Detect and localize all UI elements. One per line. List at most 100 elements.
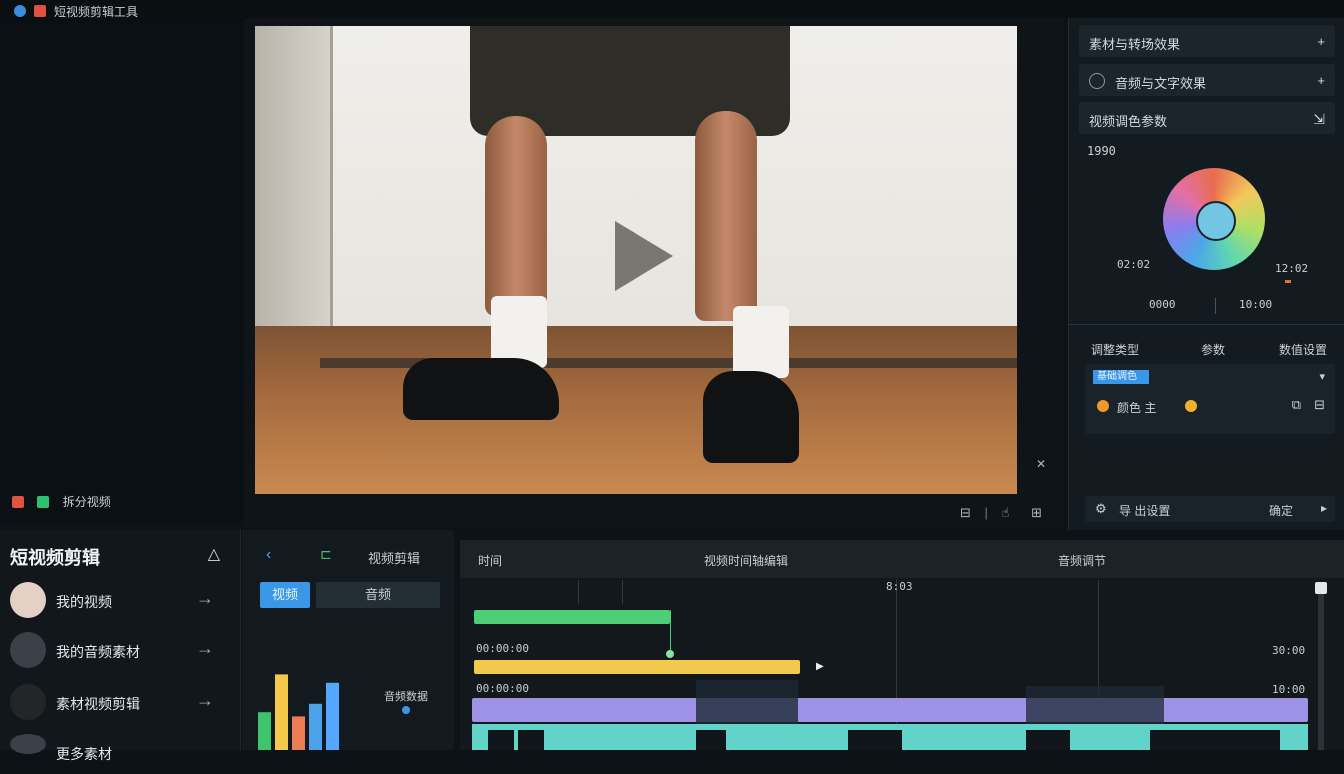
app-red-icon[interactable] [34, 5, 46, 17]
clip-block [1150, 730, 1280, 750]
column-header-param: 参数 [1201, 343, 1226, 357]
list-item[interactable]: 素材视频剪辑 → [6, 680, 232, 724]
color-right-value: 12:02 [1275, 262, 1309, 275]
viewer-info: 拆分视频 [12, 493, 111, 510]
color-left-value: 02:02 [1117, 258, 1151, 271]
arrow-right-icon[interactable]: → [196, 690, 214, 711]
audio-bar-chart [258, 674, 339, 750]
next-icon[interactable]: ▸ [1321, 501, 1327, 515]
cursor-handle[interactable] [666, 650, 674, 658]
selected-item[interactable]: 基础调色 [1093, 370, 1149, 384]
list-item[interactable]: 我的音频素材 → [6, 628, 232, 672]
inspector-row-audio-label: 音频与文字效果 [1115, 76, 1207, 91]
record-icon[interactable] [12, 495, 24, 508]
audio-bar [292, 716, 305, 750]
add-icon[interactable]: + [1317, 34, 1325, 49]
video-preview[interactable] [255, 26, 1017, 494]
audio-bar [275, 674, 288, 750]
inspector-row-audio[interactable]: 音频与文字效果 + [1079, 64, 1335, 96]
orange-dot-icon[interactable] [1097, 400, 1109, 412]
clip-block [488, 730, 514, 750]
viewer-controls: ⊟ | ☝ ⊞ [960, 505, 1042, 521]
settings-icon[interactable]: ⚙ [1095, 501, 1107, 517]
color-accent-mark [1285, 280, 1291, 283]
grid-icon[interactable]: ⊞ [1031, 505, 1042, 520]
project-item-label: 我的音频素材 [56, 644, 140, 660]
right-time-1: 30:00 [1272, 644, 1306, 657]
color-wheel-center[interactable] [1196, 201, 1236, 241]
inspector-row-assets[interactable]: 素材与转场效果 + [1079, 25, 1335, 57]
inspector-row-color[interactable]: 视频调色参数 ⇲ [1079, 102, 1335, 134]
timeline-header-right: 音频调节 [1058, 554, 1107, 568]
inspector-row-color-label: 视频调色参数 [1089, 114, 1168, 129]
tab-video[interactable]: 视频 [260, 582, 310, 608]
clip-block [1026, 730, 1070, 750]
color-top-value: 1990 [1087, 144, 1116, 158]
scrollbar-handle[interactable] [1315, 582, 1327, 594]
triangle-icon[interactable]: △ [208, 544, 220, 564]
export-settings-label[interactable]: 导 出设置 [1119, 502, 1170, 519]
window-title: 短视频剪辑工具 [54, 5, 139, 19]
project-item-label: 素材视频剪辑 [56, 696, 140, 712]
graph-marker [402, 706, 410, 714]
clip-block [696, 730, 726, 750]
timeline-scrollbar[interactable] [1315, 582, 1327, 750]
item-label: 颜色 主 [1117, 401, 1157, 415]
graph-label: 音频数据 [384, 691, 428, 703]
export-row: ⚙ 导 出设置 确定 ▸ [1085, 496, 1335, 522]
project-panel-title: 短视频剪辑 [10, 548, 100, 568]
tab-audio[interactable]: 音频 [316, 582, 440, 608]
track-purple[interactable] [472, 698, 1308, 722]
arrow-right-icon[interactable]: → [196, 588, 214, 609]
audio-bar [309, 703, 322, 750]
avatar [10, 582, 46, 618]
dropdown-icon[interactable]: ▾ [1319, 370, 1325, 383]
hand-icon[interactable]: ☝ [1002, 505, 1010, 520]
orange-dot-icon[interactable] [1185, 400, 1197, 412]
app-blue-icon[interactable] [14, 5, 26, 17]
marker-line [622, 580, 623, 604]
arrow-right-icon[interactable]: → [196, 638, 214, 659]
back-icon[interactable]: ‹ [266, 546, 271, 564]
confirm-button[interactable]: 确定 [1269, 502, 1293, 519]
fit-icon[interactable]: ⊟ [960, 505, 971, 520]
media-panel: ‹ ⊏ 视频剪辑 视频 音频 音频数据 [242, 530, 454, 750]
audio-icon [1089, 73, 1105, 89]
video-right-leg [695, 111, 757, 321]
video-right-shoe [703, 371, 799, 463]
audio-bar [326, 682, 339, 750]
copy-icon[interactable]: ⧉ [1292, 397, 1301, 413]
right-time-2: 10:00 [1272, 683, 1306, 696]
track-green[interactable] [474, 610, 670, 624]
play-icon[interactable] [615, 221, 673, 291]
add-icon[interactable]: + [1317, 73, 1325, 88]
track-time-label: 00:00:00 [476, 682, 529, 695]
color-wheel[interactable] [1163, 168, 1265, 270]
chat-icon[interactable] [37, 495, 50, 508]
video-left-leg [485, 116, 547, 316]
viewer-info-label: 拆分视频 [62, 495, 111, 509]
color-separator [1215, 298, 1216, 314]
divider [1069, 324, 1344, 325]
left-workspace [0, 22, 255, 522]
video-left-shoe [403, 358, 559, 420]
list-item[interactable]: 我的视频 → [6, 578, 232, 622]
delete-icon[interactable]: ⊟ [1314, 397, 1325, 413]
control-separator: | [984, 505, 988, 520]
project-panel: 短视频剪辑 △ 我的视频 → 我的音频素材 → 素材视频剪辑 → 更多素材 [0, 530, 241, 762]
timeline-header-center: 视频时间轴编辑 [704, 554, 789, 568]
expand-icon[interactable]: ⇲ [1313, 111, 1325, 128]
inspector-panel: 素材与转场效果 + 音频与文字效果 + 视频调色参数 ⇲ 1990 02:02 … [1068, 18, 1344, 530]
clip-block [848, 730, 902, 750]
collapse-icon[interactable]: ✕ [1036, 458, 1046, 470]
project-item-label: 更多素材 [56, 746, 112, 762]
play-arrow-icon[interactable]: ▶ [816, 661, 824, 672]
list-item[interactable]: 更多素材 [6, 730, 232, 774]
timeline-panel: 时间 视频时间轴编辑 音频调节 8:03 00:00:00 ▶ 00:00:00… [460, 540, 1344, 750]
column-header-value: 数值设置 [1279, 343, 1328, 357]
media-panel-title: 视频剪辑 [368, 551, 421, 566]
media-icon[interactable]: ⊏ [320, 546, 332, 563]
track-yellow[interactable] [474, 660, 800, 674]
color-bottom-right: 10:00 [1239, 298, 1273, 311]
color-bottom-left: 0000 [1149, 298, 1176, 311]
